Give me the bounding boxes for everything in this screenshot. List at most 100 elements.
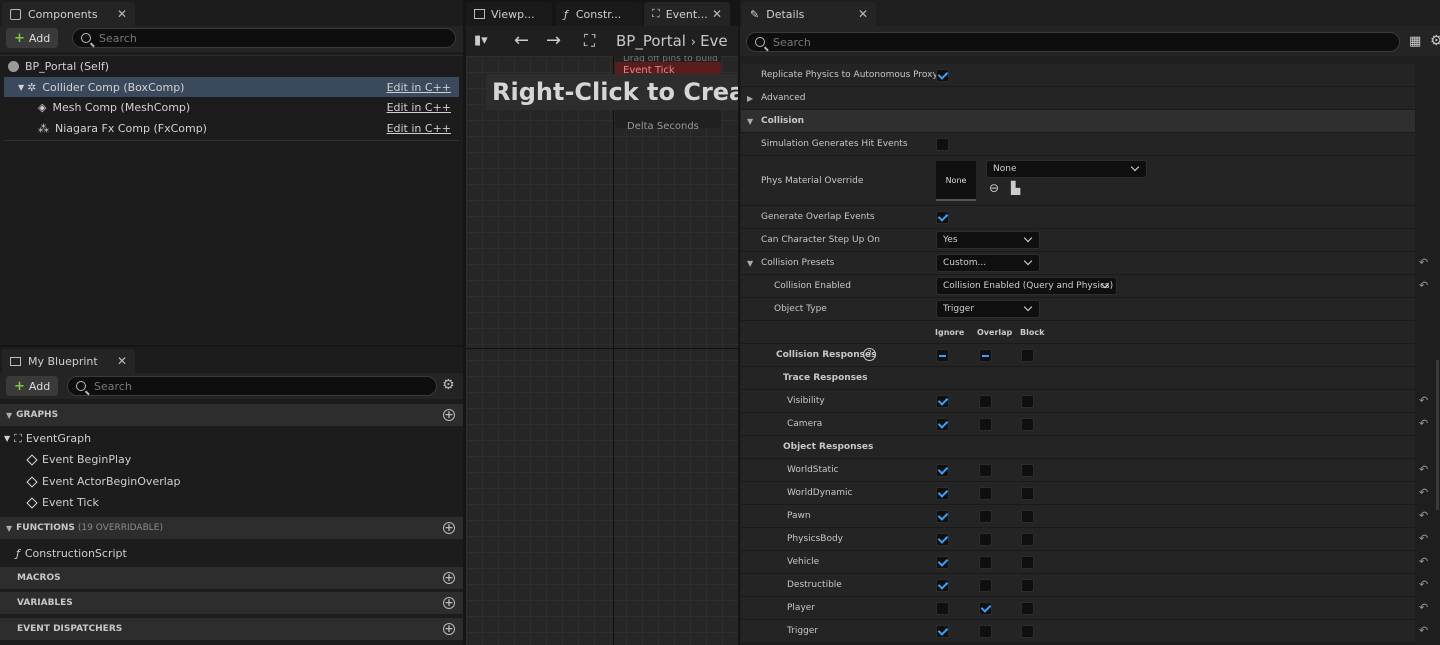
reset-to-default-icon[interactable]: ↶ <box>1419 256 1428 269</box>
close-icon[interactable]: ✕ <box>858 7 868 21</box>
overlap-checkbox[interactable] <box>979 602 992 615</box>
components-search-input[interactable]: Search <box>72 28 456 48</box>
event-dispatchers-section-header[interactable]: EVENT DISPATCHERS + <box>0 618 463 640</box>
sim-hit-checkbox[interactable] <box>936 138 949 151</box>
block-checkbox[interactable] <box>1021 418 1034 431</box>
ignore-checkbox[interactable] <box>936 625 949 638</box>
reset-to-default-icon[interactable]: ↶ <box>1419 509 1428 522</box>
block-checkbox[interactable] <box>1021 579 1034 592</box>
object-type-dropdown[interactable]: Trigger <box>936 300 1040 318</box>
block-checkbox[interactable] <box>1021 625 1034 638</box>
component-item-mesh[interactable]: ◈ Mesh Comp (MeshComp) Edit in C++ <box>4 97 459 117</box>
back-arrow-icon[interactable]: ← <box>514 30 529 51</box>
reset-to-default-icon[interactable]: ↶ <box>1419 463 1428 476</box>
ignore-checkbox[interactable] <box>936 602 949 615</box>
graph-canvas[interactable]: Drag off pins to build Event Tick Delta … <box>466 56 738 645</box>
edit-in-cpp-link[interactable]: Edit in C++ <box>387 81 451 94</box>
overlap-checkbox[interactable] <box>979 533 992 546</box>
tab-viewport[interactable]: Viewp... <box>466 2 552 26</box>
tab-construction[interactable]: ƒ Constr... <box>556 2 642 26</box>
event-item-actorbeginoverlap[interactable]: Event ActorBeginOverlap <box>26 471 181 492</box>
overlap-checkbox[interactable] <box>979 395 992 408</box>
block-checkbox[interactable] <box>1021 556 1034 569</box>
close-icon[interactable]: ✕ <box>712 7 722 21</box>
overlap-checkbox[interactable] <box>979 556 992 569</box>
my-blueprint-search-input[interactable]: Search <box>67 376 437 396</box>
breadcrumb-blueprint[interactable]: BP_Portal <box>616 32 686 50</box>
event-item-tick[interactable]: Event Tick <box>26 492 99 513</box>
components-add-button[interactable]: + Add <box>6 28 59 48</box>
add-macro-icon[interactable]: + <box>443 572 455 584</box>
collision-category-header[interactable]: ▼ Collision <box>741 110 1415 133</box>
my-blueprint-add-button[interactable]: + Add <box>6 376 59 396</box>
event-item-beginplay[interactable]: Event BeginPlay <box>26 449 131 470</box>
browse-folder-icon[interactable]: ▙ <box>1011 181 1020 195</box>
use-selected-icon[interactable]: ⊖ <box>989 181 999 195</box>
reset-to-default-icon[interactable]: ↶ <box>1419 486 1428 499</box>
ignore-checkbox[interactable] <box>936 487 949 500</box>
bookmark-icon[interactable]: ▮▾ <box>474 33 488 48</box>
macros-section-header[interactable]: MACROS + <box>0 567 463 589</box>
reset-to-default-icon[interactable]: ↶ <box>1419 555 1428 568</box>
forward-arrow-icon[interactable]: → <box>546 30 561 51</box>
component-item-niagara[interactable]: ⁂ Niagara Fx Comp (FxComp) Edit in C++ <box>4 118 459 138</box>
ignore-checkbox[interactable] <box>936 510 949 523</box>
add-dispatcher-icon[interactable]: + <box>443 623 455 635</box>
all-block-checkbox[interactable] <box>1021 349 1034 362</box>
ignore-checkbox[interactable] <box>936 464 949 477</box>
add-graph-icon[interactable]: + <box>443 409 455 421</box>
overlap-checkbox[interactable] <box>979 418 992 431</box>
edit-in-cpp-link[interactable]: Edit in C++ <box>387 101 451 114</box>
functions-section-header[interactable]: ▼ FUNCTIONS (19 OVERRIDABLE) + <box>0 517 463 539</box>
ignore-checkbox[interactable] <box>936 418 949 431</box>
presets-dropdown[interactable]: Custom... <box>936 254 1040 272</box>
overlap-checkbox[interactable] <box>979 510 992 523</box>
reset-to-default-icon[interactable]: ↶ <box>1419 532 1428 545</box>
all-overlap-checkbox[interactable] <box>979 349 992 362</box>
all-ignore-checkbox[interactable] <box>936 349 949 362</box>
row-advanced[interactable]: ▶ Advanced <box>741 87 1415 110</box>
ignore-checkbox[interactable] <box>936 579 949 592</box>
reset-to-default-icon[interactable]: ↶ <box>1419 394 1428 407</box>
reset-to-default-icon[interactable]: ↶ <box>1419 578 1428 591</box>
add-function-icon[interactable]: + <box>443 522 455 534</box>
block-checkbox[interactable] <box>1021 395 1034 408</box>
step-up-dropdown[interactable]: Yes <box>936 231 1040 249</box>
components-tab[interactable]: Components ✕ <box>2 2 135 26</box>
block-checkbox[interactable] <box>1021 464 1034 477</box>
component-item-self[interactable]: BP_Portal (Self) <box>4 56 459 76</box>
block-checkbox[interactable] <box>1021 487 1034 500</box>
block-checkbox[interactable] <box>1021 533 1034 546</box>
collapse-arrow-icon[interactable]: ▼ <box>747 259 753 268</box>
variables-section-header[interactable]: VARIABLES + <box>0 592 463 614</box>
close-icon[interactable]: ✕ <box>117 7 127 21</box>
overlap-checkbox[interactable] <box>979 487 992 500</box>
collision-enabled-dropdown[interactable]: Collision Enabled (Query and Physics) <box>936 277 1117 295</box>
ignore-checkbox[interactable] <box>936 533 949 546</box>
reset-to-default-icon[interactable]: ↶ <box>1419 417 1428 430</box>
component-item-collider[interactable]: ▼ ✲ Collider Comp (BoxComp) Edit in C++ <box>4 77 459 97</box>
details-tab[interactable]: ✎ Details ✕ <box>742 2 876 26</box>
close-icon[interactable]: ✕ <box>117 354 127 368</box>
edit-in-cpp-link[interactable]: Edit in C++ <box>387 122 451 135</box>
gen-overlap-checkbox[interactable] <box>936 211 949 224</box>
construction-script-item[interactable]: ƒ ConstructionScript <box>16 543 127 564</box>
gear-icon[interactable]: ⚙ <box>442 377 455 393</box>
ignore-checkbox[interactable] <box>936 556 949 569</box>
table-view-icon[interactable]: ▦ <box>1409 34 1421 49</box>
material-thumbnail[interactable]: None <box>936 161 976 201</box>
overlap-checkbox[interactable] <box>979 464 992 477</box>
help-icon[interactable]: ? <box>863 348 876 361</box>
replicate-checkbox[interactable] <box>936 69 949 82</box>
overlap-checkbox[interactable] <box>979 625 992 638</box>
event-graph-item[interactable]: ▼ ⛶ EventGraph <box>4 428 91 449</box>
tab-event-graph[interactable]: ⛶ Event... ✕ <box>644 2 730 26</box>
reset-to-default-icon[interactable]: ↶ <box>1419 624 1428 637</box>
breadcrumb-graph[interactable]: Eve <box>700 32 728 50</box>
details-search-input[interactable]: Search <box>746 32 1400 52</box>
my-blueprint-tab[interactable]: My Blueprint ✕ <box>2 349 135 373</box>
overlap-checkbox[interactable] <box>979 579 992 592</box>
graphs-section-header[interactable]: ▼ GRAPHS + <box>0 404 463 426</box>
block-checkbox[interactable] <box>1021 602 1034 615</box>
gear-icon[interactable]: ⚙ <box>1430 33 1440 49</box>
